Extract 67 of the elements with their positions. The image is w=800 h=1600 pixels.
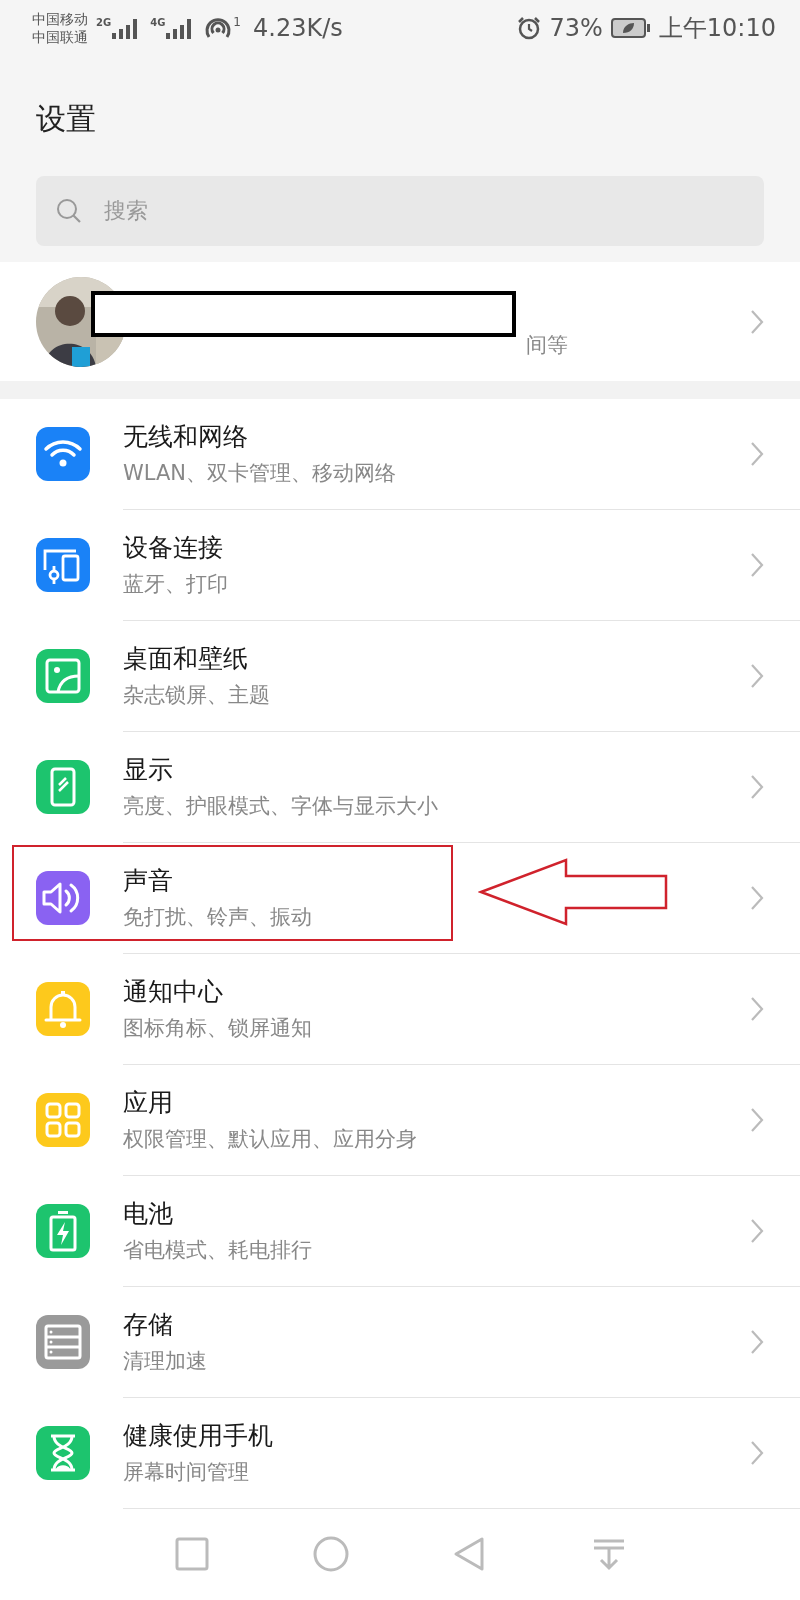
grid-icon <box>36 1093 90 1148</box>
hourglass-icon <box>36 1426 90 1481</box>
devices-icon <box>36 538 90 593</box>
item-title: 电池 <box>123 1198 174 1231</box>
phone-icon <box>36 760 90 815</box>
account-row[interactable]: 间等 <box>0 262 800 382</box>
wifi-icon <box>36 427 90 482</box>
item-title: 通知中心 <box>123 976 224 1009</box>
search-field[interactable]: 搜索 <box>36 176 764 247</box>
settings-item[interactable]: 电池 省电模式、耗电排行 <box>0 1175 800 1287</box>
bell-icon <box>36 982 90 1037</box>
network-type: 4G <box>150 16 166 28</box>
settings-item[interactable]: 通知中心 图标角标、锁屏通知 <box>0 953 800 1065</box>
item-title: 应用 <box>123 1087 174 1120</box>
item-title: 显示 <box>123 754 174 787</box>
settings-item[interactable]: 显示 亮度、护眼模式、字体与显示大小 <box>0 731 800 843</box>
chevron-icon <box>750 440 764 467</box>
chevron-icon <box>750 1106 764 1133</box>
clock-time: 上午10:10 <box>658 12 776 44</box>
battery-icon <box>36 1204 90 1259</box>
item-title: 声音 <box>123 865 174 898</box>
item-title: 存储 <box>123 1309 174 1342</box>
alarm-icon <box>517 15 542 40</box>
settings-item[interactable]: 存储 清理加速 <box>0 1286 800 1398</box>
chevron-icon <box>750 884 764 911</box>
settings-item[interactable]: 设备连接 蓝牙、打印 <box>0 509 800 621</box>
home-icon[interactable] <box>311 1535 350 1574</box>
search-icon <box>56 198 82 225</box>
account-subtitle: 间等 <box>526 331 568 359</box>
speaker-icon <box>36 871 90 926</box>
settings-item[interactable]: 无线和网络 WLAN、双卡管理、移动网络 <box>0 398 800 510</box>
item-subtitle: 省电模式、耗电排行 <box>123 1237 313 1265</box>
item-subtitle: 免打扰、铃声、振动 <box>123 904 313 932</box>
chevron-icon <box>750 308 764 335</box>
item-subtitle: 屏幕时间管理 <box>123 1459 250 1487</box>
chevron-icon <box>750 551 764 578</box>
carrier-name: 中国联通 <box>32 27 88 46</box>
item-subtitle: 蓝牙、打印 <box>123 571 229 599</box>
chevron-icon <box>750 1328 764 1355</box>
network-speed: 4.23K/s <box>253 13 343 42</box>
item-title: 设备连接 <box>123 532 224 565</box>
settings-item[interactable]: 应用 权限管理、默认应用、应用分身 <box>0 1064 800 1176</box>
settings-item[interactable]: 声音 免打扰、铃声、振动 <box>0 842 800 954</box>
chevron-icon <box>750 773 764 800</box>
chevron-icon <box>750 995 764 1022</box>
carrier-name: 中国移动 <box>32 9 88 28</box>
chevron-icon <box>750 1217 764 1244</box>
settings-item[interactable]: 健康使用手机 屏幕时间管理 <box>0 1397 800 1509</box>
item-subtitle: 亮度、护眼模式、字体与显示大小 <box>123 793 439 821</box>
item-title: 健康使用手机 <box>123 1420 274 1453</box>
page-title: 设置 <box>35 100 97 139</box>
item-title: 无线和网络 <box>123 421 249 454</box>
hotspot-count: 1 <box>233 14 241 29</box>
battery-percent: 73% <box>549 13 603 42</box>
network-type: 2G <box>96 16 112 28</box>
chevron-icon <box>750 662 764 689</box>
image-icon <box>36 649 90 704</box>
item-title: 桌面和壁纸 <box>123 643 249 676</box>
battery-icon <box>610 16 651 39</box>
item-subtitle: 权限管理、默认应用、应用分身 <box>123 1126 418 1154</box>
item-subtitle: WLAN、双卡管理、移动网络 <box>123 460 398 488</box>
settings-item[interactable]: 桌面和壁纸 杂志锁屏、主题 <box>0 620 800 732</box>
item-subtitle: 图标角标、锁屏通知 <box>123 1015 313 1043</box>
item-subtitle: 清理加速 <box>123 1348 208 1376</box>
chevron-icon <box>750 1439 764 1466</box>
item-subtitle: 杂志锁屏、主题 <box>123 682 271 710</box>
storage-icon <box>36 1315 90 1370</box>
